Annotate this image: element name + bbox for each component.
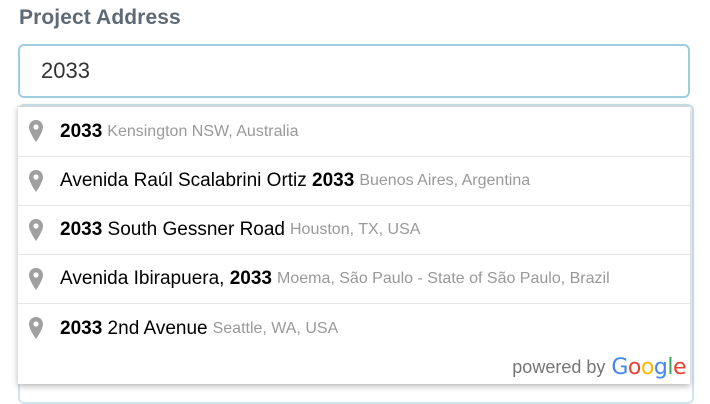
suggestion-main-text: Avenida Raúl Scalabrini Ortiz 2033 <box>60 170 355 191</box>
suggestion-item[interactable]: 2033 Kensington NSW, Australia <box>18 107 690 157</box>
suggestion-list: 2033 Kensington NSW, Australia Avenida Raú… <box>18 107 690 353</box>
google-logo: Google <box>611 355 686 380</box>
suggestion-secondary-text: Kensington NSW, Australia <box>107 122 299 140</box>
suggestion-item[interactable]: 2033 South Gessner Road Houston, TX, USA <box>18 206 690 255</box>
suggestion-secondary-text: Houston, TX, USA <box>290 221 421 238</box>
powered-by-text: powered by <box>512 357 606 377</box>
suggestion-item[interactable]: Avenida Raúl Scalabrini Ortiz 2033 Buenos… <box>18 157 690 206</box>
suggestion-main-text: 2033 South Gessner Road <box>60 219 285 240</box>
suggestion-secondary-text: Buenos Aires, Argentina <box>359 172 531 189</box>
autocomplete-dropdown: 2033 Kensington NSW, Australia Avenida Raú… <box>18 106 690 384</box>
matched-text: 2033 <box>312 170 355 191</box>
project-address-label: Project Address <box>19 6 181 29</box>
project-address-input[interactable] <box>18 44 690 98</box>
suggestion-secondary-text: Moema, São Paulo - State of São Paulo, B… <box>277 270 610 287</box>
suggestion-item[interactable]: 2033 2nd Avenue Seattle, WA, USA <box>18 304 690 353</box>
suggestion-main-text: 2033 <box>60 121 102 143</box>
suggestion-main-text: Avenida Ibirapuera, 2033 <box>60 268 272 289</box>
powered-by-google: powered by Google <box>512 355 686 380</box>
suggestion-main-text: 2033 2nd Avenue <box>60 317 208 339</box>
suggestion-item[interactable]: Avenida Ibirapuera, 2033 Moema, São Paulo… <box>18 255 690 304</box>
matched-text: 2033 <box>60 317 103 339</box>
matched-text: 2033 <box>60 120 103 142</box>
matched-text: 2033 <box>229 268 272 289</box>
suggestion-secondary-text: Seattle, WA, USA <box>212 319 339 337</box>
matched-text: 2033 <box>60 219 103 240</box>
